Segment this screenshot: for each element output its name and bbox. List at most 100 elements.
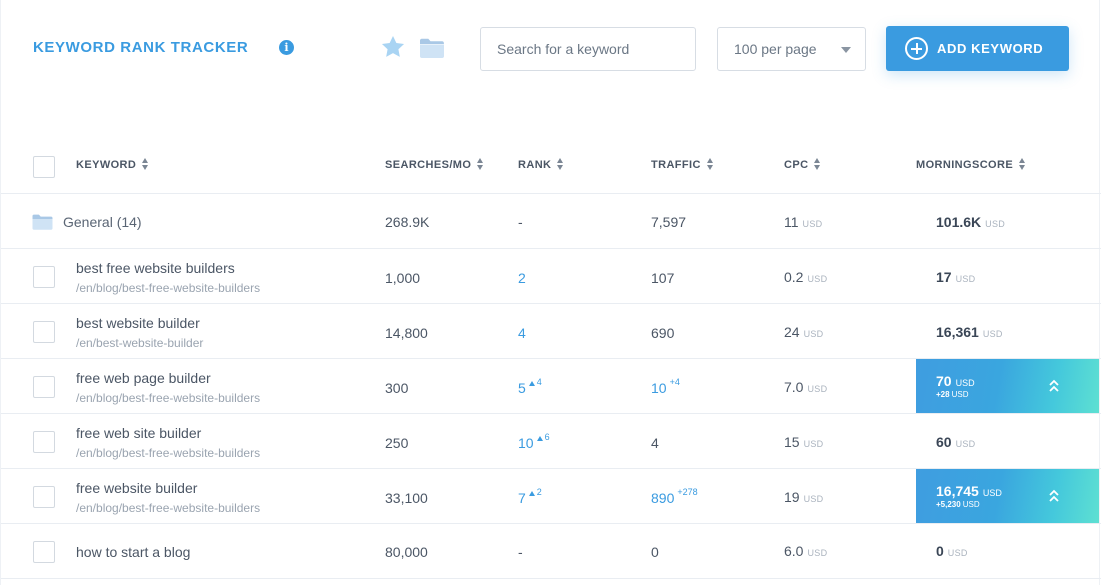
rank-tracker-panel: KEYWORD RANK TRACKER i 100 per page ADD … bbox=[0, 0, 1101, 585]
traffic-value: 107 bbox=[651, 270, 675, 286]
sort-icon bbox=[814, 158, 821, 171]
column-searches-label: SEARCHES/MO bbox=[385, 159, 472, 171]
row-checkbox[interactable] bbox=[33, 376, 55, 398]
cpc-value: 15 bbox=[784, 434, 800, 450]
sort-icon bbox=[557, 158, 564, 171]
rank-value: - bbox=[518, 544, 523, 560]
score-change-unit: USD bbox=[962, 500, 980, 509]
cpc-cell: 7.0 USD bbox=[784, 379, 827, 395]
keyword-text[interactable]: how to start a blog bbox=[76, 544, 190, 560]
row-checkbox[interactable] bbox=[33, 486, 55, 508]
keyword-path[interactable]: /en/best-website-builder bbox=[76, 336, 203, 350]
rank-change: 4 bbox=[536, 377, 542, 387]
score-change: +5,230 bbox=[936, 500, 961, 509]
column-cpc-label: CPC bbox=[784, 159, 809, 171]
cpc-value: 11 bbox=[784, 214, 799, 230]
cpc-unit: USD bbox=[802, 219, 823, 229]
keyword-text[interactable]: free website builder bbox=[76, 480, 197, 496]
table-row[interactable]: how to start a blog 80,000 - 0 6.0 USD 0U… bbox=[1, 524, 1101, 579]
searches-value: 14,800 bbox=[385, 325, 428, 341]
score-value: 70 bbox=[936, 373, 952, 389]
header: KEYWORD RANK TRACKER i 100 per page ADD … bbox=[1, 0, 1101, 100]
score-unit: USD bbox=[947, 548, 968, 558]
group-traffic: 7,597 bbox=[651, 214, 687, 230]
rank-value: 2 bbox=[518, 270, 526, 286]
keyword-path[interactable]: /en/blog/best-free-website-builders bbox=[76, 501, 260, 515]
searches-value: 80,000 bbox=[385, 544, 428, 560]
double-chevron-up-icon bbox=[1049, 489, 1059, 502]
folder-icon[interactable] bbox=[419, 37, 445, 59]
table-row[interactable]: free web page builder /en/blog/best-free… bbox=[1, 359, 1101, 414]
info-icon[interactable]: i bbox=[279, 40, 294, 55]
per-page-select[interactable]: 100 per page bbox=[717, 27, 866, 71]
score-cell: 16,745 USD bbox=[936, 483, 1002, 499]
column-rank[interactable]: RANK bbox=[518, 158, 564, 171]
traffic-value: 890 bbox=[651, 490, 675, 506]
keyword-path[interactable]: /en/blog/best-free-website-builders bbox=[76, 281, 260, 295]
sort-icon bbox=[142, 158, 149, 171]
group-searches: 268.9K bbox=[385, 214, 430, 230]
traffic-change: +278 bbox=[677, 487, 698, 497]
column-traffic[interactable]: TRAFFIC bbox=[651, 158, 714, 171]
score-change-cell: +28 USD bbox=[936, 390, 968, 399]
rank-change: 2 bbox=[536, 487, 542, 497]
searches-value: 250 bbox=[385, 435, 409, 451]
search-input[interactable] bbox=[480, 27, 696, 71]
table-row[interactable]: best free website builders /en/blog/best… bbox=[1, 249, 1101, 304]
table-row[interactable]: free website builder /en/blog/best-free-… bbox=[1, 469, 1101, 524]
row-checkbox[interactable] bbox=[33, 321, 55, 343]
cpc-value: 7.0 bbox=[784, 379, 804, 395]
column-rank-label: RANK bbox=[518, 159, 552, 171]
score-highlight[interactable]: 70 USD +28 USD bbox=[916, 359, 1099, 413]
table-row[interactable]: free web site builder /en/blog/best-free… bbox=[1, 414, 1101, 469]
row-checkbox[interactable] bbox=[33, 541, 55, 563]
traffic-value: 690 bbox=[651, 325, 675, 341]
score-value: 101.6K bbox=[936, 214, 982, 230]
searches-value: 1,000 bbox=[385, 270, 421, 286]
keyword-text[interactable]: best website builder bbox=[76, 315, 200, 331]
cpc-cell: 19 USD bbox=[784, 489, 823, 505]
select-all-checkbox[interactable] bbox=[33, 156, 55, 178]
row-checkbox[interactable] bbox=[33, 266, 55, 288]
cpc-cell: 6.0 USD bbox=[784, 543, 827, 559]
row-checkbox[interactable] bbox=[33, 431, 55, 453]
keyword-path[interactable]: /en/blog/best-free-website-builders bbox=[76, 446, 260, 460]
group-row[interactable]: General (14) 268.9K - 7,597 11 USD 101.6K… bbox=[1, 194, 1101, 249]
table-row[interactable]: best website builder /en/best-website-bu… bbox=[1, 304, 1101, 359]
score-value: 16,745 bbox=[936, 483, 979, 499]
cpc-value: 24 bbox=[784, 324, 800, 340]
score-change-unit: USD bbox=[951, 390, 969, 399]
rank-change: 6 bbox=[544, 432, 550, 442]
score-highlight[interactable]: 16,745 USD +5,230 USD bbox=[916, 469, 1099, 523]
keyword-text[interactable]: best free website builders bbox=[76, 260, 235, 276]
score-unit: USD bbox=[955, 439, 976, 449]
rank-cell: 10 6 bbox=[518, 432, 550, 451]
star-icon[interactable] bbox=[380, 34, 406, 60]
column-traffic-label: TRAFFIC bbox=[651, 159, 701, 171]
column-cpc[interactable]: CPC bbox=[784, 158, 821, 171]
score-unit: USD bbox=[955, 378, 975, 388]
keyword-path[interactable]: /en/blog/best-free-website-builders bbox=[76, 391, 260, 405]
traffic-change: +4 bbox=[669, 377, 680, 387]
cpc-unit: USD bbox=[803, 494, 824, 504]
add-keyword-button[interactable]: ADD KEYWORD bbox=[886, 26, 1069, 71]
searches-value: 300 bbox=[385, 380, 409, 396]
folder-icon bbox=[32, 214, 53, 230]
score-cell: 16,361 USD bbox=[936, 324, 1003, 340]
score-unit: USD bbox=[955, 274, 976, 284]
score-cell: 17 USD bbox=[936, 269, 975, 285]
cpc-unit: USD bbox=[807, 384, 828, 394]
group-cpc: 11 USD bbox=[784, 214, 822, 230]
plus-circle-icon bbox=[905, 37, 928, 60]
traffic-cell: 890 +278 bbox=[651, 487, 698, 506]
double-chevron-up-icon bbox=[1049, 379, 1059, 392]
keyword-text[interactable]: free web page builder bbox=[76, 370, 211, 386]
keyword-text[interactable]: free web site builder bbox=[76, 425, 201, 441]
traffic-value: 4 bbox=[651, 435, 659, 451]
column-keyword[interactable]: KEYWORD bbox=[76, 158, 149, 171]
column-morningscore[interactable]: MORNINGSCORE bbox=[916, 158, 1026, 171]
rank-value: 7 bbox=[518, 490, 526, 506]
score-unit: USD bbox=[982, 488, 1002, 498]
column-searches[interactable]: SEARCHES/MO bbox=[385, 158, 484, 171]
cpc-value: 19 bbox=[784, 489, 800, 505]
